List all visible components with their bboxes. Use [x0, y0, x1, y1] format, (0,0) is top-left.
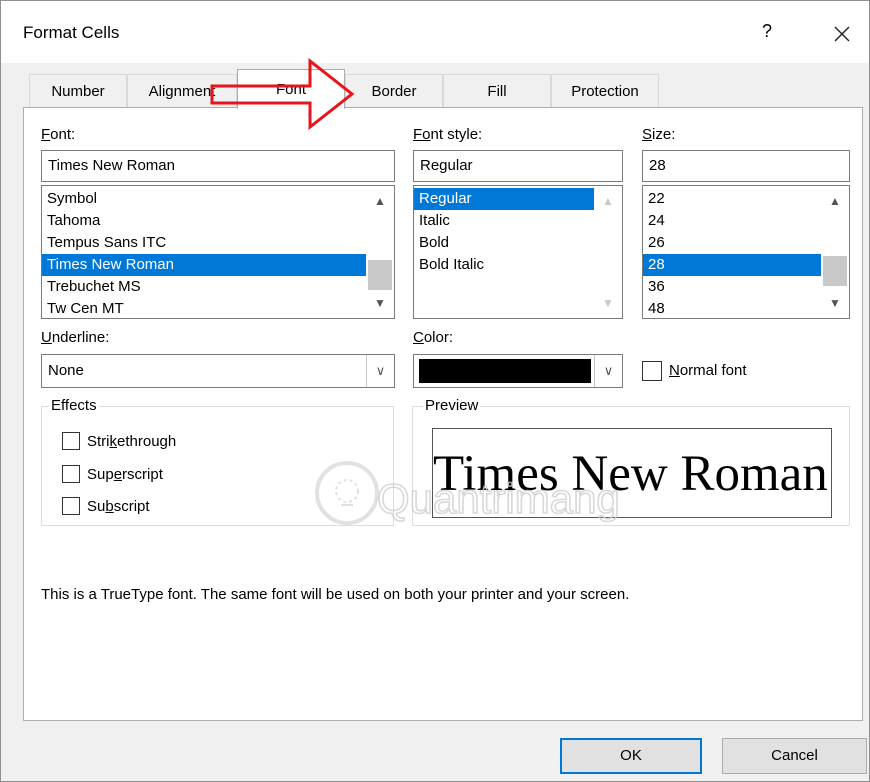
font-list-item[interactable]: Trebuchet MS: [42, 276, 367, 298]
color-swatch: [419, 359, 591, 383]
title-bar: Format Cells ?: [1, 1, 869, 63]
size-list-item[interactable]: 48: [643, 298, 821, 318]
dialog-title: Format Cells: [23, 23, 120, 42]
underline-select[interactable]: None ∨: [41, 354, 395, 388]
font-style-item[interactable]: Bold Italic: [414, 254, 594, 276]
font-style-item-selected[interactable]: Regular: [414, 188, 594, 210]
chevron-down-icon[interactable]: ▼: [366, 292, 394, 314]
tab-border[interactable]: Border: [345, 74, 443, 108]
info-text: This is a TrueType font. The same font w…: [41, 586, 630, 603]
scroll-thumb[interactable]: [368, 260, 392, 290]
size-list-item-selected[interactable]: 28: [643, 254, 821, 276]
color-label: Color:: [413, 329, 454, 346]
chevron-up-icon[interactable]: ▲: [594, 190, 622, 212]
font-list-item[interactable]: Tempus Sans ITC: [42, 232, 367, 254]
size-list-item[interactable]: 26: [643, 232, 821, 254]
preview-title: Preview: [423, 397, 481, 414]
font-label: Font:: [41, 126, 76, 143]
font-style-input[interactable]: Regular: [413, 150, 623, 182]
tab-protection[interactable]: Protection: [551, 74, 659, 108]
preview-text: Times New Roman: [433, 446, 828, 502]
font-list-item[interactable]: Tahoma: [42, 210, 367, 232]
ok-button[interactable]: OK: [560, 738, 702, 774]
font-style-item[interactable]: Italic: [414, 210, 594, 232]
font-style-scrollbar[interactable]: ▲ ▼: [594, 186, 622, 318]
size-list-scrollbar[interactable]: ▲ ▼: [821, 186, 849, 318]
superscript-label: Superscript: [87, 466, 163, 483]
underline-value: None: [48, 362, 84, 379]
font-list-item[interactable]: Tw Cen MT: [42, 298, 367, 318]
tab-number[interactable]: Number: [29, 74, 127, 108]
size-list-item[interactable]: 22: [643, 188, 821, 210]
size-list-item[interactable]: 36: [643, 276, 821, 298]
size-input[interactable]: 28: [642, 150, 850, 182]
strikethrough-label: Strikethrough: [87, 433, 177, 450]
chevron-up-icon[interactable]: ▲: [821, 190, 849, 212]
subscript-checkbox[interactable]: [62, 497, 80, 515]
cancel-button[interactable]: Cancel: [722, 738, 867, 774]
chevron-up-icon[interactable]: ▲: [366, 190, 394, 212]
normal-font-label: Normal font: [669, 362, 747, 379]
subscript-label: Subscript: [87, 498, 150, 515]
effects-title: Effects: [49, 397, 99, 414]
chevron-down-icon[interactable]: ∨: [594, 355, 622, 387]
font-list-item[interactable]: Symbol: [42, 188, 367, 210]
underline-label: Underline:: [41, 329, 110, 346]
preview-box: Times New Roman: [432, 428, 832, 518]
close-button[interactable]: [825, 17, 859, 51]
size-list-item[interactable]: 24: [643, 210, 821, 232]
strikethrough-checkbox[interactable]: [62, 432, 80, 450]
annotation-arrow: [210, 57, 355, 131]
normal-font-checkbox[interactable]: [642, 361, 662, 381]
color-select[interactable]: ∨: [413, 354, 623, 388]
scroll-thumb[interactable]: [823, 256, 847, 286]
superscript-checkbox[interactable]: [62, 465, 80, 483]
help-button[interactable]: ?: [755, 21, 779, 47]
font-style-label: Font style:: [413, 126, 483, 143]
chevron-down-icon[interactable]: ▼: [821, 292, 849, 314]
format-cells-dialog: Format Cells ? Number Alignment Font Bor…: [0, 0, 870, 782]
font-list-item-selected[interactable]: Times New Roman: [42, 254, 367, 276]
size-label: Size:: [642, 126, 676, 143]
chevron-down-icon[interactable]: ▼: [594, 292, 622, 314]
font-list-scrollbar[interactable]: ▲ ▼: [366, 186, 394, 318]
close-icon: [834, 26, 850, 42]
chevron-down-icon[interactable]: ∨: [366, 355, 394, 387]
font-style-list[interactable]: Regular Italic Bold Bold Italic ▲ ▼: [413, 185, 623, 319]
font-list[interactable]: Symbol Tahoma Tempus Sans ITC Times New …: [41, 185, 395, 319]
tab-fill[interactable]: Fill: [443, 74, 551, 108]
font-name-input[interactable]: Times New Roman: [41, 150, 395, 182]
size-list[interactable]: 22 24 26 28 36 48 ▲ ▼: [642, 185, 850, 319]
font-style-item[interactable]: Bold: [414, 232, 594, 254]
